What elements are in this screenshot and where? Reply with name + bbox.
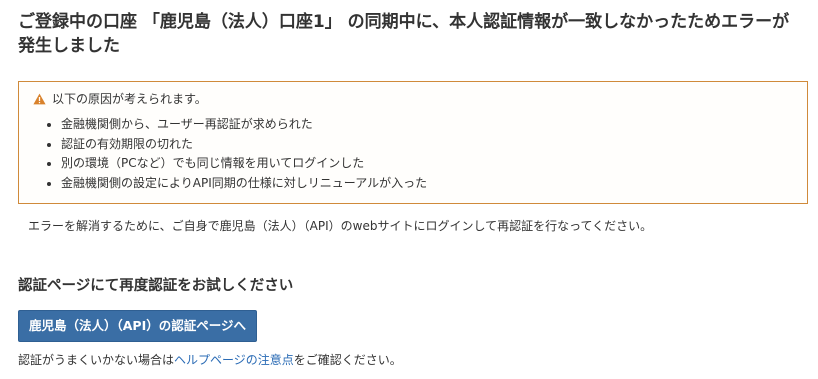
section-heading: 認証ページにて再度認証をお試しください: [18, 278, 294, 294]
error-page: ご登録中の口座 「鹿児島（法人）口座1」 の同期中に、本人認証情報が一致しなかっ…: [0, 0, 818, 379]
reason-list: 金融機関側から、ユーザー再認証が求められた 認証の有効期限の切れた 別の環境（P…: [33, 115, 793, 193]
list-item: 別の環境（PCなど）でも同じ情報を用いてログインした: [61, 154, 793, 174]
auth-page-button[interactable]: 鹿児島（法人）（API）の認証ページへ: [18, 310, 257, 342]
list-item: 金融機関側の設定によりAPI同期の仕様に対しリニューアルが入った: [61, 174, 793, 194]
list-item: 認証の有効期限の切れた: [61, 135, 793, 155]
resolve-instructions: エラーを解消するために、ご自身で鹿児島（法人）（API）のwebサイトにログイン…: [28, 219, 653, 233]
alert-heading: 以下の原因が考えられます。: [52, 92, 207, 106]
list-item: 金融機関側から、ユーザー再認証が求められた: [61, 115, 793, 135]
error-causes-box: 以下の原因が考えられます。 金融機関側から、ユーザー再認証が求められた 認証の有…: [18, 81, 808, 204]
alert-heading-row: 以下の原因が考えられます。: [33, 91, 793, 107]
warning-icon: [33, 93, 46, 105]
help-page-link[interactable]: ヘルプページの注意点: [174, 353, 294, 367]
help-note-prefix: 認証がうまくいかない場合は: [18, 353, 175, 367]
help-note: 認証がうまくいかない場合はヘルプページの注意点をご確認ください。: [18, 352, 800, 368]
help-note-suffix: をご確認ください。: [293, 353, 402, 367]
page-title: ご登録中の口座 「鹿児島（法人）口座1」 の同期中に、本人認証情報が一致しなかっ…: [18, 12, 790, 56]
